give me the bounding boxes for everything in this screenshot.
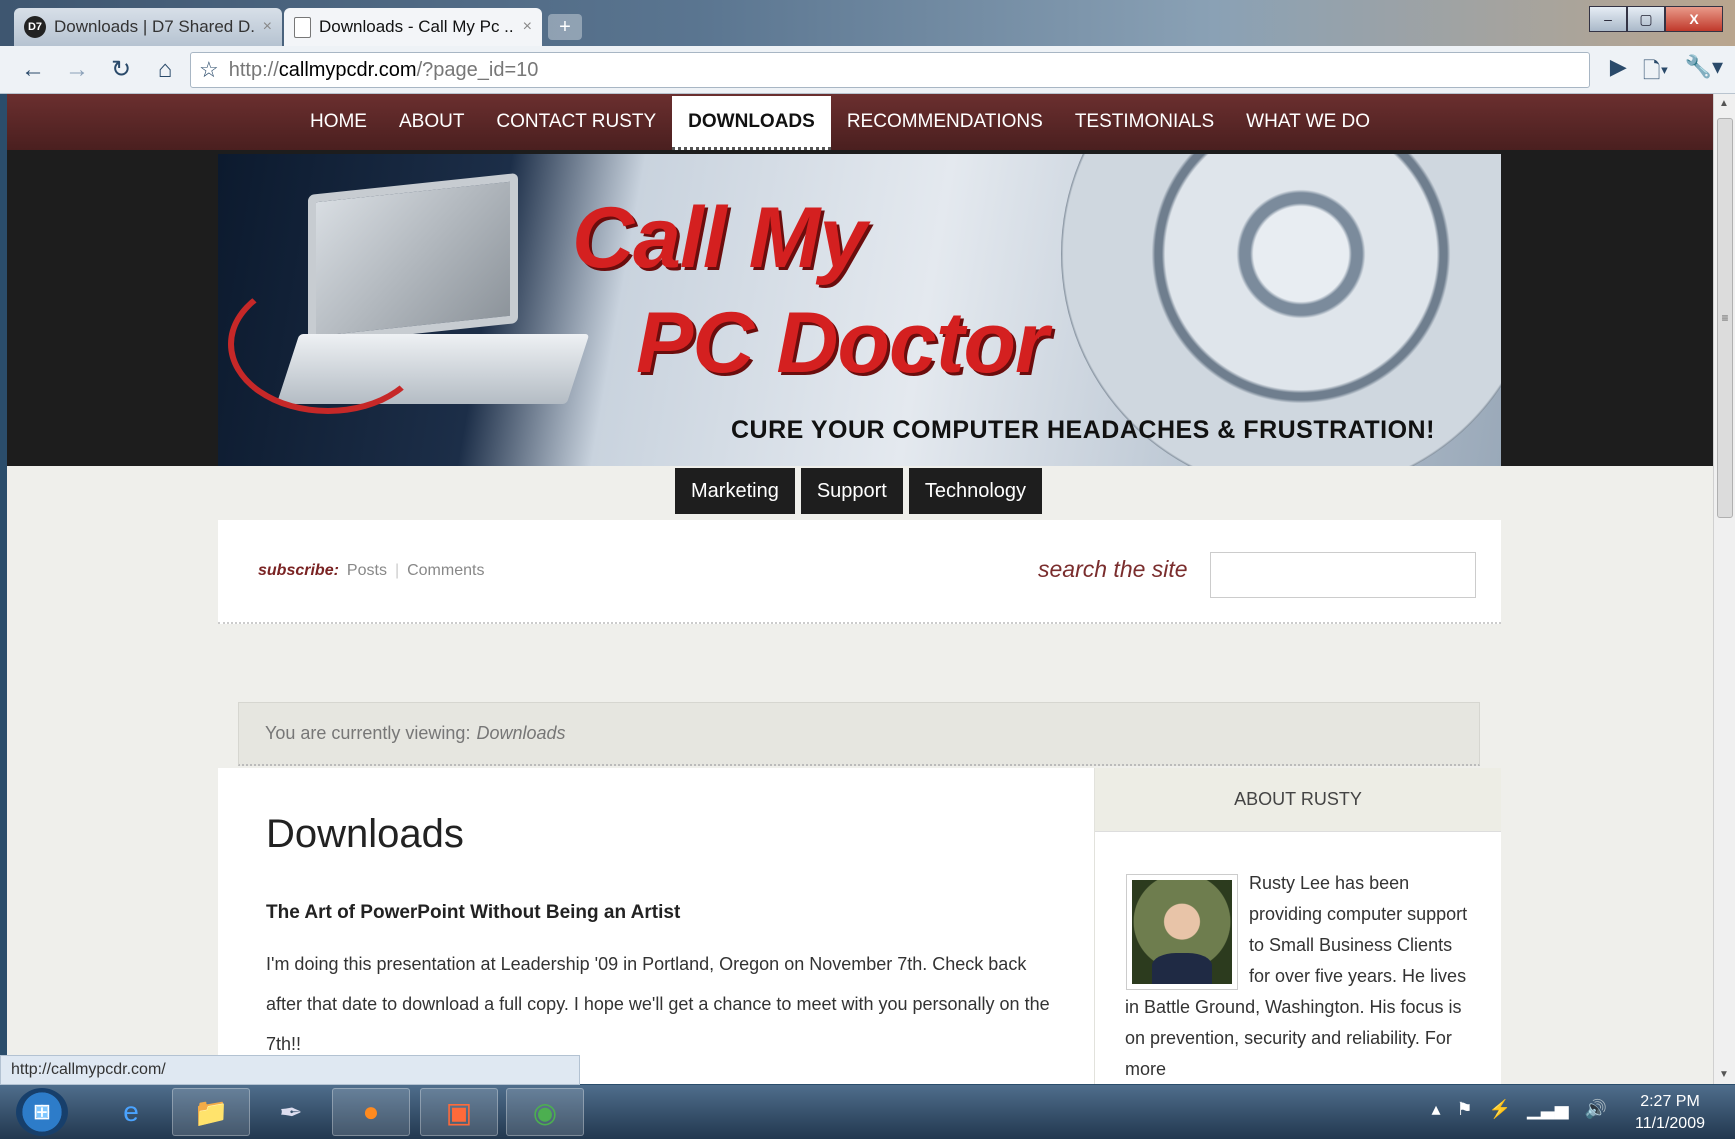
category-nav: Marketing Support Technology — [675, 468, 1043, 514]
clock-time: 2:27 PM — [1640, 1093, 1700, 1110]
minimize-button[interactable]: – — [1589, 6, 1627, 32]
start-button[interactable]: ⊞ — [16, 1088, 68, 1136]
file-explorer-icon[interactable]: 📁 — [172, 1088, 250, 1136]
subscribe-links: subscribe: Posts | Comments — [258, 562, 484, 580]
bookmark-star-icon[interactable]: ☆ — [199, 57, 219, 83]
nav-item-downloads[interactable]: DOWNLOADS — [672, 96, 831, 150]
close-window-button[interactable]: X — [1665, 6, 1723, 32]
chrome-icon[interactable]: ◉ — [506, 1088, 584, 1136]
category-support[interactable]: Support — [800, 468, 903, 514]
main-content: Downloads The Art of PowerPoint Without … — [218, 768, 1094, 1084]
nav-items: HOME ABOUT CONTACT RUSTY DOWNLOADS RECOMMEND… — [294, 94, 1386, 150]
system-clock[interactable]: 2:27 PM 11/1/2009 — [1635, 1091, 1705, 1135]
site-banner[interactable]: Call My PC Doctor CURE YOUR COMPUTER HEA… — [218, 154, 1501, 466]
window-controls: – ▢ X — [1589, 6, 1723, 32]
clock-date: 11/1/2009 — [1635, 1115, 1705, 1132]
page-favicon-icon — [294, 16, 311, 38]
page-menu-icon[interactable]: 🗋▾ — [1643, 54, 1669, 92]
sidebar-about: ABOUT RUSTY Rusty Lee has been providing… — [1094, 768, 1501, 1084]
tools-icon[interactable]: ✒ — [252, 1088, 330, 1136]
stethoscope-graphic-icon — [228, 274, 428, 414]
powerpoint-icon[interactable]: ▣ — [420, 1088, 498, 1136]
subscribe-search-bar: subscribe: Posts | Comments search the s… — [218, 520, 1501, 624]
tab-call-my-pc[interactable]: Downloads - Call My Pc ... × — [284, 8, 542, 46]
system-tray: ▴ ⚑ ⚡ ▁▃▅ 🔊 — [1431, 1099, 1607, 1120]
page-viewport: HOME ABOUT CONTACT RUSTY DOWNLOADS RECOMMEND… — [7, 94, 1713, 1084]
network-icon[interactable]: ▁▃▅ — [1527, 1099, 1569, 1120]
tab-d7-downloads[interactable]: D7 Downloads | D7 Shared D... × — [14, 8, 282, 46]
back-arrow-icon[interactable]: ← — [14, 51, 52, 89]
wrench-menu-icon[interactable]: 🔧▾ — [1685, 54, 1723, 92]
comments-feed-link[interactable]: Comments — [407, 562, 484, 580]
brand-title-line2: PC Doctor — [636, 295, 1048, 391]
breadcrumb-current: Downloads — [476, 723, 566, 743]
breadcrumb: You are currently viewing: Downloads — [238, 702, 1480, 766]
status-url: http://callmypcdr.com/ — [0, 1055, 580, 1085]
sidebar-heading: ABOUT RUSTY — [1095, 768, 1501, 832]
search-label: search the site — [1038, 556, 1188, 582]
subscribe-label: subscribe: — [258, 562, 339, 579]
maximize-button[interactable]: ▢ — [1627, 6, 1665, 32]
brand-tagline: CURE YOUR COMPUTER HEADACHES & FRUSTRATI… — [731, 416, 1435, 444]
window-titlebar: D7 Downloads | D7 Shared D... × Download… — [0, 0, 1735, 46]
divider: | — [394, 562, 400, 579]
page-title: Downloads — [266, 812, 464, 856]
power-icon[interactable]: ⚡ — [1489, 1099, 1511, 1120]
windows-taskbar: ⊞ e 📁 ✒ ● ▣ ◉ ▴ ⚑ ⚡ ▁▃▅ 🔊 2:27 PM 11/1/2… — [0, 1085, 1735, 1139]
tab-close-icon[interactable]: × — [263, 18, 272, 36]
tab-close-icon[interactable]: × — [523, 18, 532, 36]
scroll-up-icon[interactable]: ▲ — [1719, 98, 1729, 109]
nav-item-what-we-do[interactable]: WHAT WE DO — [1230, 94, 1386, 150]
internet-explorer-icon[interactable]: e — [92, 1088, 170, 1136]
scroll-down-icon[interactable]: ▼ — [1719, 1069, 1729, 1080]
forward-arrow-icon[interactable]: → — [58, 51, 96, 89]
d7-favicon-icon: D7 — [24, 16, 46, 38]
scroll-thumb[interactable]: ≡ — [1717, 118, 1733, 518]
sidebar-bio: Rusty Lee has been providing computer su… — [1125, 873, 1468, 1079]
category-marketing[interactable]: Marketing — [675, 468, 795, 514]
firefox-icon[interactable]: ● — [332, 1088, 410, 1136]
posts-feed-link[interactable]: Posts — [347, 562, 387, 580]
volume-icon[interactable]: 🔊 — [1585, 1099, 1607, 1120]
tab-title: Downloads - Call My Pc ... — [319, 17, 515, 36]
flag-icon[interactable]: ⚑ — [1456, 1099, 1472, 1120]
address-bar[interactable]: ☆ http://callmypcdr.com/?page_id=10 — [190, 52, 1590, 88]
nav-item-about[interactable]: ABOUT — [383, 94, 480, 150]
url-text: http://callmypcdr.com/?page_id=10 — [228, 58, 539, 81]
breadcrumb-prefix: You are currently viewing: — [265, 723, 471, 743]
nav-item-contact-rusty[interactable]: CONTACT RUSTY — [480, 94, 672, 150]
nav-item-testimonials[interactable]: TESTIMONIALS — [1059, 94, 1230, 150]
home-icon[interactable]: ⌂ — [146, 51, 184, 89]
brand-title-line1: Call My — [572, 190, 867, 286]
browser-toolbar: ← → ↻ ⌂ ☆ http://callmypcdr.com/?page_id… — [0, 46, 1735, 94]
play-icon[interactable]: ▶ — [1610, 54, 1627, 92]
toolbar-right: ▶ 🗋▾ 🔧▾ — [1610, 54, 1723, 92]
category-technology[interactable]: Technology — [908, 468, 1043, 514]
search-input[interactable] — [1210, 552, 1476, 598]
site-main-nav: HOME ABOUT CONTACT RUSTY DOWNLOADS RECOMMEND… — [7, 94, 1713, 150]
post-subtitle: The Art of PowerPoint Without Being an A… — [266, 902, 681, 923]
page-scrollbar[interactable]: ▲ ≡ ▼ — [1713, 94, 1735, 1084]
nav-item-home[interactable]: HOME — [294, 94, 383, 150]
tab-title: Downloads | D7 Shared D... — [54, 17, 255, 36]
reload-icon[interactable]: ↻ — [102, 51, 140, 89]
tray-expand-icon[interactable]: ▴ — [1431, 1099, 1440, 1120]
new-tab-button[interactable]: + — [548, 14, 582, 40]
nav-item-recommendations[interactable]: RECOMMENDATIONS — [831, 94, 1059, 150]
post-body: I'm doing this presentation at Leadershi… — [266, 954, 1050, 1054]
